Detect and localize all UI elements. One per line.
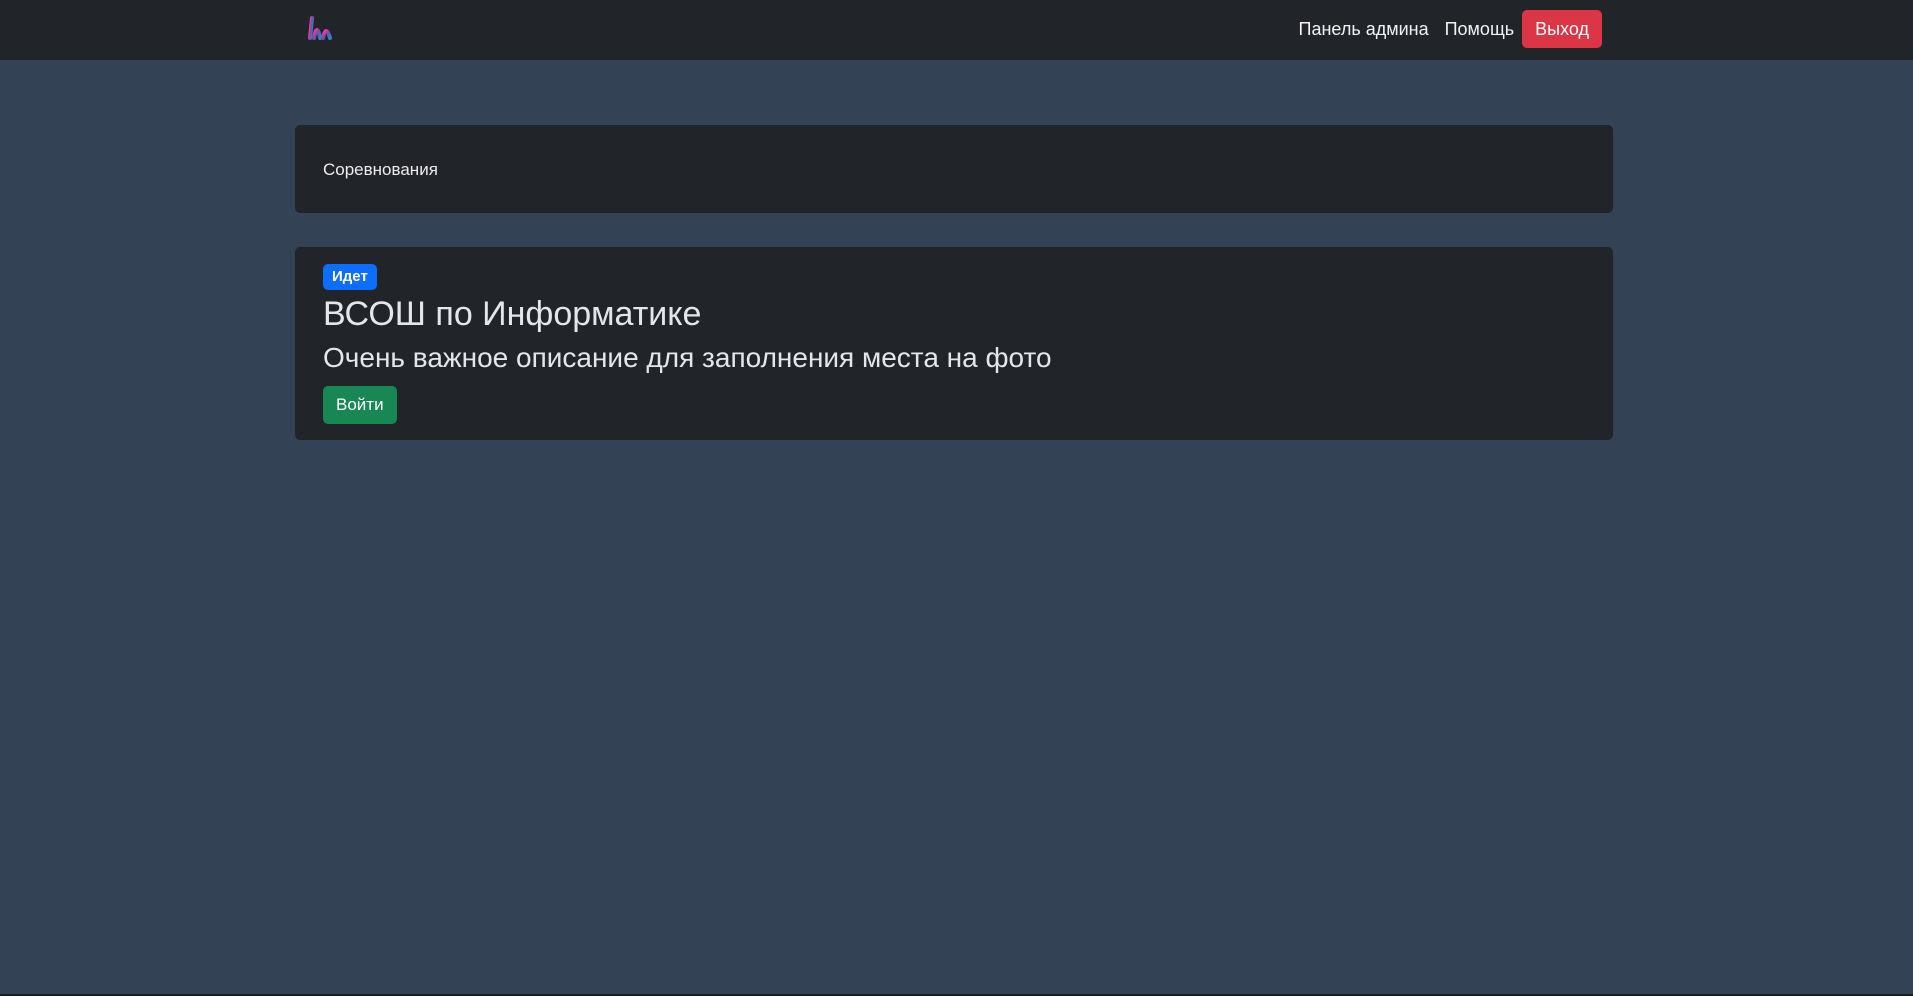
nav-link-admin-panel[interactable]: Панель админа bbox=[1299, 19, 1429, 40]
logout-button[interactable]: Выход bbox=[1522, 10, 1602, 48]
status-badge: Идет bbox=[323, 264, 377, 290]
nav-links: Панель админа Помощь Выход bbox=[1299, 10, 1602, 48]
contest-description: Очень важное описание для заполнения мес… bbox=[323, 342, 1052, 373]
gradient-logo-icon[interactable] bbox=[306, 14, 336, 44]
top-navbar: Панель админа Помощь Выход bbox=[0, 0, 1913, 60]
nav-link-help[interactable]: Помощь bbox=[1445, 19, 1515, 40]
enter-contest-button[interactable]: Войти bbox=[323, 386, 397, 424]
competitions-heading: Соревнования bbox=[323, 160, 438, 179]
contest-title: ВСОШ по Информатике bbox=[323, 295, 702, 333]
contest-card: Идет ВСОШ по Информатике Очень важное оп… bbox=[295, 247, 1613, 440]
competitions-header-card: Соревнования bbox=[295, 125, 1613, 213]
